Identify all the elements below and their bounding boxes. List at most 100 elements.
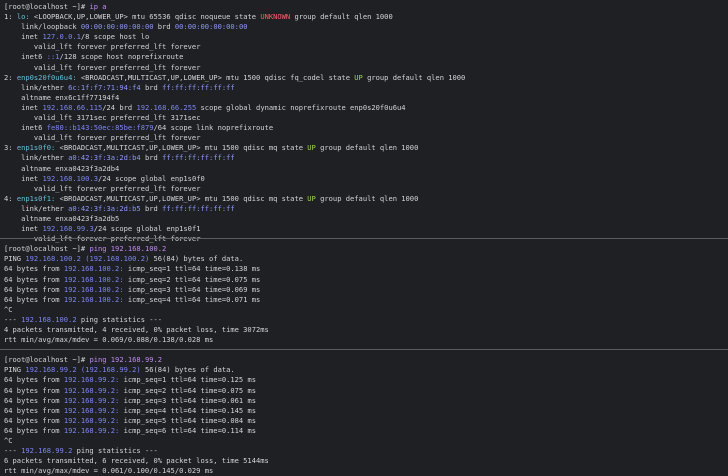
ping-stats-header: --- 192.168.100.2 ping statistics --- (4, 315, 728, 325)
stats-label: ping statistics --- (76, 446, 158, 456)
brd-label: brd (144, 82, 158, 92)
ctrl-c: ^C (4, 304, 13, 314)
inet-details: /8 scope host lo (80, 32, 150, 42)
iface-inet: inet 127.0.0.1/8 scope host lo (4, 32, 728, 42)
lifetime-text: valid_lft 3171sec preferred_lft 3171sec (33, 113, 201, 123)
brd-address: ff:ff:ff:ff:ff:ff (162, 203, 235, 213)
reply-ip: 192.168.99.2: (63, 405, 120, 415)
ping-rtt: rtt min/avg/max/mdev = 0.069/0.088/0.138… (4, 335, 214, 345)
ping-reply: 64 bytes from 192.168.100.2: icmp_seq=3 … (4, 285, 728, 295)
iface-link: link/ether a0:42:3f:3a:2d:b5 brd ff:ff:f… (4, 204, 728, 214)
inet6-address: fe80::b143:50ec:85be:f879 (46, 123, 154, 133)
prompt: [root@localhost ~]# (4, 2, 86, 11)
reply-ip: 192.168.100.2: (63, 264, 124, 274)
inet6-details: /64 scope link noprefixroute (153, 123, 274, 133)
iface-name: lo: (16, 12, 30, 22)
iface-state: UP (354, 72, 363, 82)
reply-ip: 192.168.99.2: (63, 375, 120, 385)
reply-prefix: 64 bytes from (4, 284, 60, 294)
iface-lifetime: valid_lft 3171sec preferred_lft 3171sec (4, 113, 728, 123)
ping-label: PING (4, 365, 22, 375)
link-label: link/loopback (21, 22, 77, 32)
link-label: link/ether (21, 82, 64, 92)
iface-name: enp1s0f0: (16, 143, 56, 153)
reply-ip: 192.168.99.2: (63, 425, 120, 435)
brd-address: ff:ff:ff:ff:ff:ff (162, 82, 235, 92)
ping-host-resolved: (192.168.100.2) (85, 254, 150, 264)
inet-address: 192.168.100.3 (42, 173, 98, 183)
ping-reply: 64 bytes from 192.168.99.2: icmp_seq=1 t… (4, 375, 728, 385)
iface-flags: <BROADCAST,MULTICAST,UP,LOWER_UP> (59, 193, 201, 203)
iface-params: group default qlen 1000 (294, 12, 393, 22)
iface-params: group default qlen 1000 (320, 193, 419, 203)
reply-ip: 192.168.100.2: (63, 284, 124, 294)
link-label: link/ether (21, 153, 64, 163)
reply-prefix: 64 bytes from (4, 264, 60, 274)
lifetime-text: valid_lft forever preferred_lft forever (33, 234, 201, 244)
inet-address: 192.168.66.115 (42, 102, 103, 112)
reply-details: icmp_seq=6 ttl=64 time=0.114 ms (123, 425, 257, 435)
ping-reply: 64 bytes from 192.168.99.2: icmp_seq=5 t… (4, 416, 728, 426)
iface-params: mtu 65536 qdisc noqueue state (132, 12, 257, 22)
stats-dashes: --- (4, 314, 17, 324)
iface-lifetime: valid_lft forever preferred_lft forever (4, 133, 728, 143)
mac-address: a0:42:3f:3a:2d:b4 (68, 153, 141, 163)
iface-header-enp0s20f0u6u4: 2: enp0s20f0u6u4: <BROADCAST,MULTICAST,U… (4, 73, 728, 83)
command: ping 192.168.100.2 (89, 244, 167, 254)
inet-address: 127.0.0.1 (42, 32, 81, 42)
prompt-line: [root@localhost ~]# ip a (4, 2, 728, 12)
iface-inet: inet 192.168.66.115/24 brd 192.168.66.25… (4, 103, 728, 113)
iface-altname: altname enxa0423f3a2db5 (4, 214, 728, 224)
lifetime-text: valid_lft forever preferred_lft forever (33, 133, 201, 143)
ping-label: PING (4, 254, 22, 264)
ping-header: PING 192.168.100.2 (192.168.100.2) 56(84… (4, 254, 728, 264)
iface-index: 1: (4, 12, 13, 22)
inet-label: inet (21, 173, 39, 183)
iface-flags: <LOOPBACK,UP,LOWER_UP> (33, 12, 128, 22)
command: ping 192.168.99.2 (89, 355, 163, 365)
stats-dashes: --- (4, 446, 17, 456)
reply-prefix: 64 bytes from (4, 385, 60, 395)
ping-host: 192.168.99.2 (25, 365, 77, 375)
reply-ip: 192.168.100.2: (63, 294, 124, 304)
reply-details: icmp_seq=1 ttl=64 time=0.138 ms (127, 264, 261, 274)
inet-details: /24 scope global enp1s0f1 (93, 224, 201, 234)
reply-details: icmp_seq=5 ttl=64 time=0.084 ms (123, 415, 257, 425)
iface-index: 4: (4, 193, 13, 203)
separator (0, 345, 728, 355)
reply-prefix: 64 bytes from (4, 415, 60, 425)
ping-host: 192.168.100.2 (25, 254, 81, 264)
iface-params: group default qlen 1000 (320, 143, 419, 153)
iface-lifetime: valid_lft forever preferred_lft forever (4, 63, 728, 73)
iface-index: 3: (4, 143, 13, 153)
reply-prefix: 64 bytes from (4, 375, 60, 385)
iface-altname: altname enx6c1ff77194f4 (4, 93, 728, 103)
stats-label: ping statistics --- (80, 314, 163, 324)
inet-broadcast: 192.168.66.255 (136, 102, 197, 112)
ping-rtt: rtt min/avg/max/mdev = 0.061/0.100/0.145… (4, 466, 214, 476)
iface-inet6: inet6 ::1/128 scope host noprefixroute (4, 52, 728, 62)
iface-state: UNKNOWN (260, 12, 291, 22)
ping-reply: 64 bytes from 192.168.100.2: icmp_seq=2 … (4, 275, 728, 285)
lifetime-text: valid_lft forever preferred_lft forever (33, 62, 201, 72)
lifetime-text: valid_lft forever preferred_lft forever (33, 183, 201, 193)
prompt: [root@localhost ~]# (4, 244, 86, 254)
lifetime-text: valid_lft forever preferred_lft forever (33, 42, 201, 52)
reply-details: icmp_seq=2 ttl=64 time=0.075 ms (123, 385, 257, 395)
reply-prefix: 64 bytes from (4, 294, 60, 304)
reply-details: icmp_seq=3 ttl=64 time=0.069 ms (127, 284, 261, 294)
altname-text: altname enxa0423f3a2db5 (21, 213, 120, 223)
reply-details: icmp_seq=4 ttl=64 time=0.071 ms (127, 294, 261, 304)
inet-details: /24 scope global enp1s0f0 (98, 173, 205, 183)
iface-link: link/ether a0:42:3f:3a:2d:b4 brd ff:ff:f… (4, 153, 728, 163)
inet-details: /24 brd (102, 102, 133, 112)
inet-label: inet (21, 224, 39, 234)
terminal-window[interactable]: [root@localhost ~]# ip a 1: lo: <LOOPBAC… (0, 0, 728, 475)
reply-prefix: 64 bytes from (4, 405, 60, 415)
inet6-label: inet6 (21, 52, 43, 62)
brd-label: brd (157, 22, 171, 32)
ping-summary: 6 packets transmitted, 6 received, 0% pa… (4, 456, 269, 466)
reply-ip: 192.168.99.2: (63, 385, 120, 395)
ping-size: 56(84) bytes of data. (144, 365, 235, 375)
inet-details: scope global dynamic noprefixroute enp0s… (200, 102, 406, 112)
